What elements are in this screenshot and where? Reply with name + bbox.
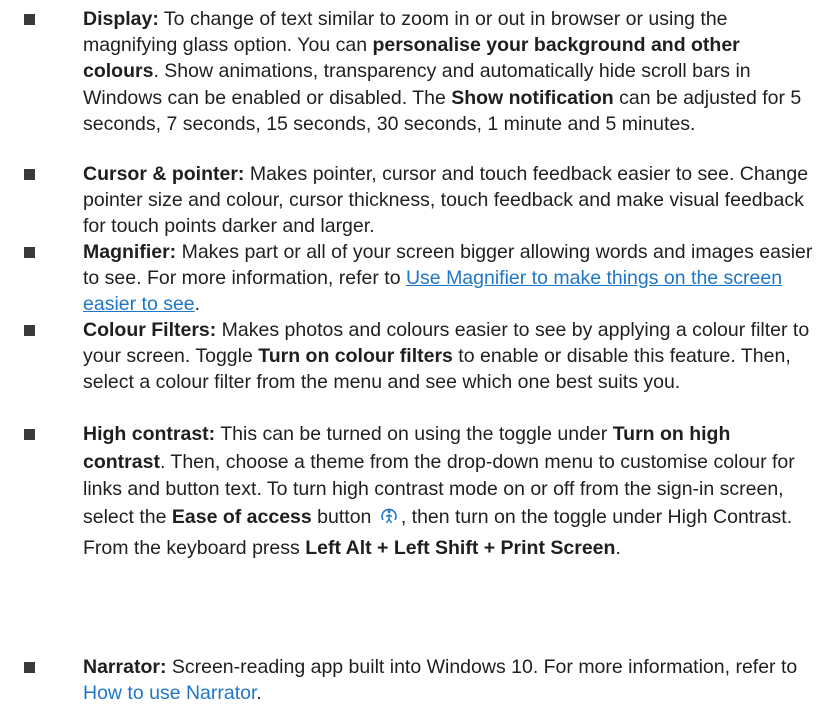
bullet-marker [24, 247, 35, 258]
bullet-marker [24, 325, 35, 336]
item-label: Cursor & pointer: [83, 163, 245, 185]
item-label: High contrast: [83, 423, 216, 445]
item-label: Colour Filters: [83, 319, 217, 341]
list-item-colour-filters: Colour Filters: Makes photos and colours… [24, 317, 813, 396]
bullet-marker [24, 662, 35, 673]
item-label: Display: [83, 8, 159, 30]
bullet-marker [24, 14, 35, 25]
list-item-magnifier: Magnifier: Makes part or all of your scr… [24, 239, 813, 318]
ease-of-access-icon [379, 507, 399, 536]
list-item-narrator: Narrator: Screen-reading app built into … [24, 654, 813, 706]
list-item-cursor-pointer: Cursor & pointer: Makes pointer, cursor … [24, 161, 813, 240]
bullet-marker [24, 429, 35, 440]
item-label: Narrator: [83, 656, 167, 678]
item-label: Magnifier: [83, 241, 177, 263]
list-item-display: Display: To change of text similar to zo… [24, 6, 813, 137]
bullet-marker [24, 169, 35, 180]
how-to-use-narrator-link[interactable]: How to use Narrator [83, 682, 256, 704]
list-item-high-contrast: High contrast: This can be turned on usi… [24, 421, 813, 563]
